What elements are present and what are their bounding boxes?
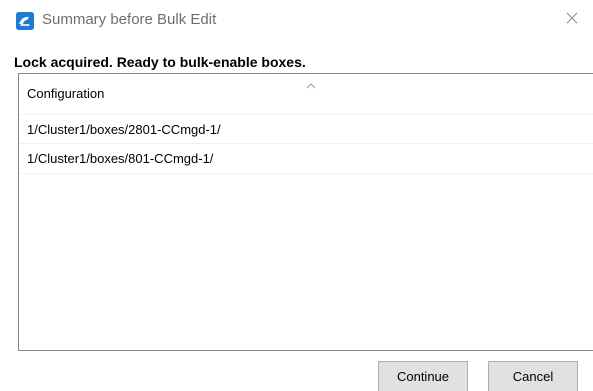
cancel-button[interactable]: Cancel (488, 361, 578, 391)
app-logo-icon (16, 12, 34, 30)
continue-button[interactable]: Continue (378, 361, 468, 391)
title-bar[interactable]: Summary before Bulk Edit (0, 0, 593, 40)
configuration-list[interactable]: Configuration 1/Cluster1/boxes/2801-CCmg… (18, 73, 593, 351)
list-item[interactable]: 1/Cluster1/boxes/801-CCmgd-1/ (19, 144, 593, 174)
list-item[interactable]: 1/Cluster1/boxes/2801-CCmgd-1/ (19, 114, 593, 144)
close-icon (566, 11, 578, 29)
sort-ascending-icon (306, 76, 316, 89)
status-message: Lock acquired. Ready to bulk-enable boxe… (14, 54, 306, 70)
list-rows: 1/Cluster1/boxes/2801-CCmgd-1/ 1/Cluster… (19, 114, 593, 174)
dialog-window: Summary before Bulk Edit Lock acquired. … (0, 0, 593, 391)
close-button[interactable] (551, 0, 593, 40)
window-title: Summary before Bulk Edit (42, 11, 217, 28)
